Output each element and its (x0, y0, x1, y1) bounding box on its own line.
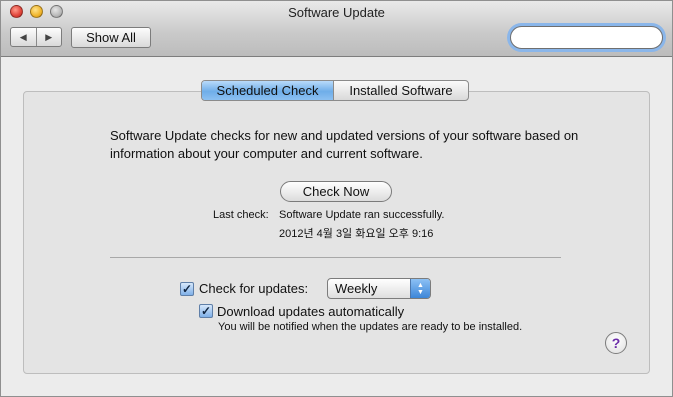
update-frequency-select[interactable]: Weekly ▲ ▼ (327, 278, 431, 299)
window-title: Software Update (288, 5, 385, 20)
download-automatically-checkbox[interactable]: ✓ (199, 304, 213, 318)
title-bar: Software Update ◀ ▶ Show All (1, 1, 673, 57)
help-button[interactable]: ? (605, 332, 627, 354)
forward-button[interactable]: ▶ (35, 28, 62, 46)
last-check-datetime: 2012년 4월 3일 화요일 오후 9:16 (279, 228, 434, 240)
download-note: You will be notified when the updates ar… (218, 321, 523, 333)
show-all-button[interactable]: Show All (71, 27, 151, 48)
tab-scheduled-check[interactable]: Scheduled Check (202, 81, 333, 100)
download-automatically-label: Download updates automatically (217, 304, 405, 319)
search-input[interactable] (517, 28, 673, 47)
last-check-label: Last check: (213, 209, 269, 221)
back-forward-control: ◀ ▶ (10, 27, 62, 47)
question-mark-icon: ? (611, 335, 621, 351)
software-update-window: Software Update ◀ ▶ Show All Scheduled C… (0, 0, 673, 397)
tab-installed-software[interactable]: Installed Software (333, 81, 468, 100)
triangle-left-icon: ◀ (19, 31, 27, 42)
checkmark-icon: ✓ (200, 304, 212, 318)
back-button[interactable]: ◀ (11, 28, 36, 46)
up-down-arrows-icon: ▲ ▼ (410, 279, 430, 298)
section-divider (110, 257, 561, 258)
update-frequency-value: Weekly (335, 281, 378, 296)
checkmark-icon: ✓ (181, 282, 193, 296)
search-field[interactable] (510, 26, 673, 49)
last-check-status: Software Update ran successfully. (279, 209, 445, 221)
check-now-button[interactable]: Check Now (280, 181, 392, 202)
check-for-updates-label: Check for updates: (199, 281, 309, 296)
tab-bar: Scheduled Check Installed Software (201, 80, 469, 101)
description-text: Software Update checks for new and updat… (110, 128, 579, 161)
triangle-right-icon: ▶ (45, 31, 53, 42)
check-for-updates-checkbox[interactable]: ✓ (180, 282, 194, 296)
